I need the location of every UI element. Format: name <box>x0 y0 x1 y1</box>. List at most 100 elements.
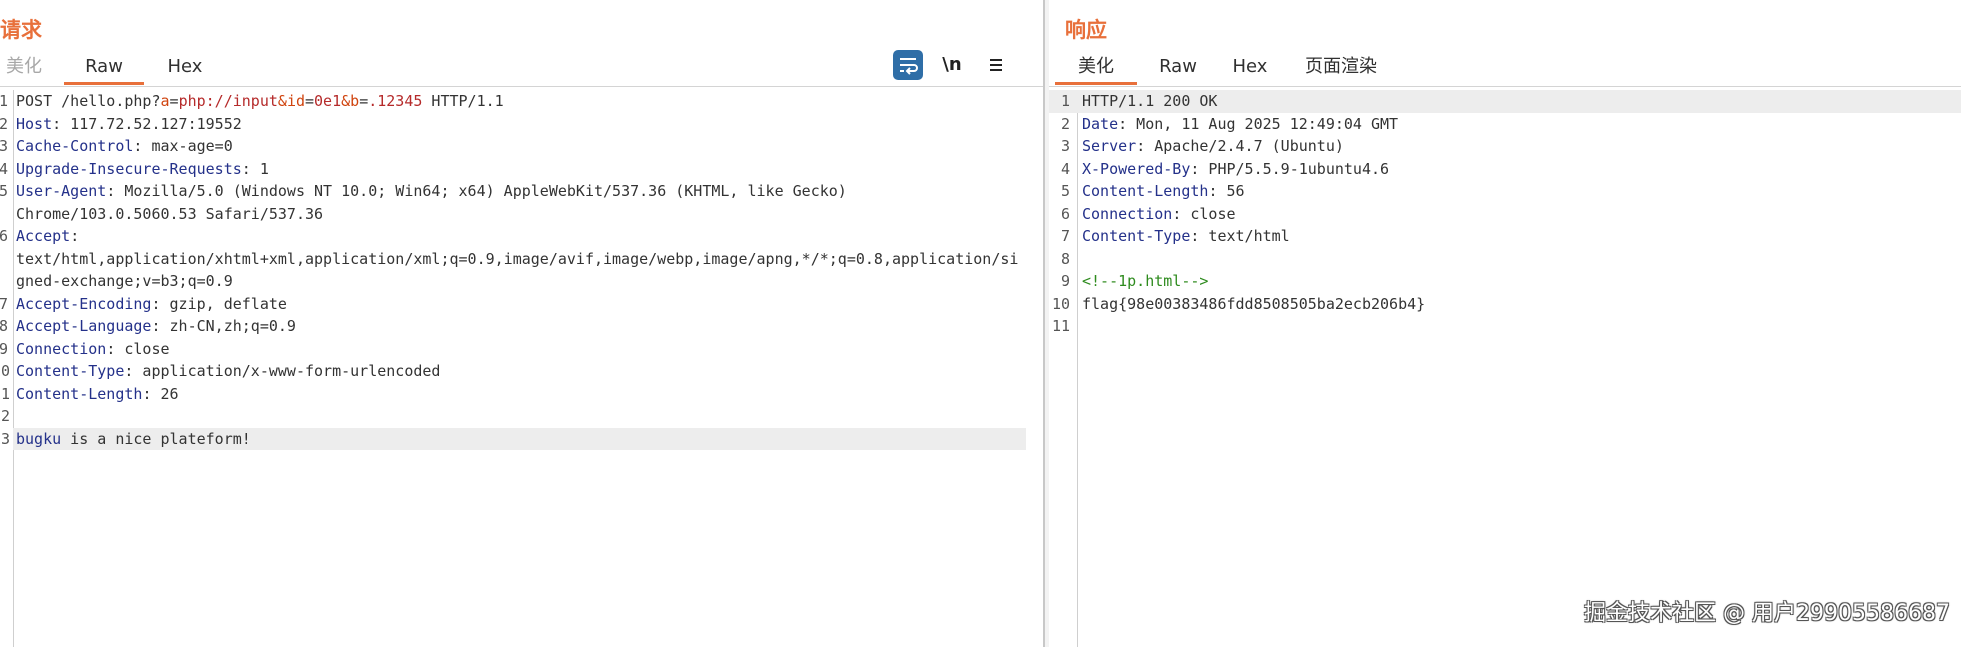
request-line-wrap[interactable]: gned-exchange;v=b3;q=0.9 <box>0 270 1043 293</box>
header-value: : application/x-www-form-urlencoded <box>124 362 441 380</box>
request-pane: 请求 美化 Raw Hex \n 1 POST /hello.php?a=php… <box>0 0 1043 647</box>
menu-icon[interactable] <box>981 50 1011 80</box>
response-title: 响应 <box>1065 18 1107 42</box>
request-line[interactable]: 7 Accept-Encoding: gzip, deflate <box>0 293 1043 316</box>
param-eq: = <box>305 92 315 110</box>
header-key: Content-Type <box>1082 227 1191 245</box>
http-method: POST <box>16 92 62 110</box>
response-editor[interactable]: 1 HTTP/1.1 200 OK 2 Date: Mon, 11 Aug 20… <box>1049 90 1961 647</box>
line-number: 5 <box>0 182 8 200</box>
request-line[interactable]: 9 Connection: close <box>0 338 1043 361</box>
line-number: 6 <box>0 227 8 245</box>
response-line[interactable]: 7 Content-Type: text/html <box>1049 225 1961 248</box>
param-value: php://input <box>178 92 278 110</box>
request-title: 请求 <box>0 18 42 42</box>
response-line[interactable]: 4 X-Powered-By: PHP/5.5.9-1ubuntu4.6 <box>1049 158 1961 181</box>
param-eq: = <box>169 92 179 110</box>
header-value: : 56 <box>1208 182 1245 200</box>
line-number: 8 <box>1060 249 1070 268</box>
header-key: Content-Length <box>16 384 143 403</box>
header-key: Date <box>1082 114 1119 133</box>
header-key: Host <box>16 114 53 133</box>
header-key: Cache-Control <box>16 137 134 155</box>
request-line[interactable]: 1 POST /hello.php?a=php://input&id=0e1&b… <box>0 90 1043 113</box>
header-value: : Apache/2.4.7 (Ubuntu) <box>1136 137 1344 155</box>
header-key: Accept-Language <box>16 317 152 335</box>
response-line[interactable]: 3 Server: Apache/2.4.7 (Ubuntu) <box>1049 135 1961 158</box>
response-line-current[interactable]: 1 HTTP/1.1 200 OK <box>1049 90 1961 113</box>
response-line[interactable]: 2 Date: Mon, 11 Aug 2025 12:49:04 GMT <box>1049 113 1961 136</box>
request-line[interactable]: 4 Upgrade-Insecure-Requests: 1 <box>0 158 1043 181</box>
line-number: 7 <box>1060 227 1070 245</box>
line-number: 10 <box>1051 294 1070 313</box>
response-line[interactable]: 10 flag{98e00383486fdd8508505ba2ecb206b4… <box>1049 293 1961 316</box>
header-key: Connection <box>16 339 107 358</box>
line-number: 13 <box>0 429 11 448</box>
body-value: is a nice plateform! <box>61 429 251 448</box>
request-line[interactable]: 6 Accept: <box>0 225 1043 248</box>
param-key: id <box>286 92 305 110</box>
param-value: 0e1 <box>314 92 342 110</box>
header-value: : 26 <box>142 384 179 403</box>
request-line[interactable]: 11 Content-Length: 26 <box>0 383 1043 406</box>
request-tabbar: 美化 Raw Hex \n <box>0 48 1043 87</box>
line-number: 3 <box>0 137 8 155</box>
header-key: Content-Length <box>1082 182 1209 200</box>
line-number: 11 <box>1051 317 1070 335</box>
line-number: 6 <box>1060 204 1070 223</box>
response-line[interactable]: 8 <box>1049 248 1961 271</box>
header-value-wrap: text/html,application/xhtml+xml,applicat… <box>16 249 1019 268</box>
request-line[interactable]: 5 User-Agent: Mozilla/5.0 (Windows NT 10… <box>0 180 1043 203</box>
request-line[interactable]: 2 Host: 117.72.52.127:19552 <box>0 113 1043 136</box>
request-line[interactable]: 10 Content-Type: application/x-www-form-… <box>0 360 1043 383</box>
request-tab-raw[interactable]: Raw <box>64 52 144 85</box>
line-number: 2 <box>0 114 8 133</box>
header-key: X-Powered-By <box>1082 159 1191 178</box>
request-editor[interactable]: 1 POST /hello.php?a=php://input&id=0e1&b… <box>0 90 1043 647</box>
request-line-wrap[interactable]: text/html,application/xhtml+xml,applicat… <box>0 248 1043 271</box>
response-tab-hex[interactable]: Hex <box>1225 52 1275 85</box>
request-tab-hex[interactable]: Hex <box>160 52 210 85</box>
param-key: a <box>160 92 170 110</box>
header-value: : text/html <box>1190 227 1290 245</box>
line-number: 1 <box>0 92 8 110</box>
header-key: Content-Type <box>16 362 125 380</box>
watermark: 掘金技术社区 @ 用户2990558668​7 <box>1584 601 1950 626</box>
line-number: 4 <box>0 159 8 178</box>
request-line-current[interactable]: 13 bugku is a nice plateform! <box>0 427 1026 450</box>
request-toolbar: \n <box>893 50 1013 80</box>
line-number: 10 <box>0 362 11 380</box>
request-tab-pretty[interactable]: 美化 <box>0 52 48 85</box>
newline-toggle-icon[interactable]: \n <box>937 50 967 80</box>
header-value: : 117.72.52.127:19552 <box>52 114 242 133</box>
response-line[interactable]: 6 Connection: close <box>1049 203 1961 226</box>
param-sep: & <box>341 92 351 110</box>
response-tab-render[interactable]: 页面渲染 <box>1301 52 1381 85</box>
header-value: : close <box>1172 204 1236 223</box>
line-number: 9 <box>0 339 8 358</box>
line-number: 1 <box>1060 92 1070 110</box>
header-value: : max-age=0 <box>133 137 233 155</box>
param-eq: = <box>359 92 369 110</box>
request-line-wrap[interactable]: Chrome/103.0.5060.53 Safari/537.36 <box>0 203 1043 226</box>
http-version: HTTP/1.1 <box>422 92 504 110</box>
header-value: : 1 <box>241 159 269 178</box>
request-line[interactable]: 12 <box>0 405 1043 428</box>
response-line[interactable]: 5 Content-Length: 56 <box>1049 180 1961 203</box>
param-sep: & <box>277 92 287 110</box>
flag-text: flag{98e00383486fdd8508505ba2ecb206b4} <box>1082 294 1426 313</box>
body-key: bugku <box>16 429 62 448</box>
request-line[interactable]: 8 Accept-Language: zh-CN,zh;q=0.9 <box>0 315 1043 338</box>
response-line[interactable]: 11 <box>1049 315 1961 338</box>
header-value: : gzip, deflate <box>151 294 287 313</box>
wrap-icon[interactable] <box>893 50 923 80</box>
line-number: 5 <box>1060 182 1070 200</box>
request-path: /hello.php? <box>61 92 161 110</box>
response-tab-pretty[interactable]: 美化 <box>1055 52 1137 85</box>
line-number: 3 <box>1060 137 1070 155</box>
header-value: : close <box>106 339 170 358</box>
request-line[interactable]: 3 Cache-Control: max-age=0 <box>0 135 1043 158</box>
response-tab-raw[interactable]: Raw <box>1153 52 1203 85</box>
header-key: Server <box>1082 137 1137 155</box>
response-line[interactable]: 9 <!--1p.html--> <box>1049 270 1961 293</box>
